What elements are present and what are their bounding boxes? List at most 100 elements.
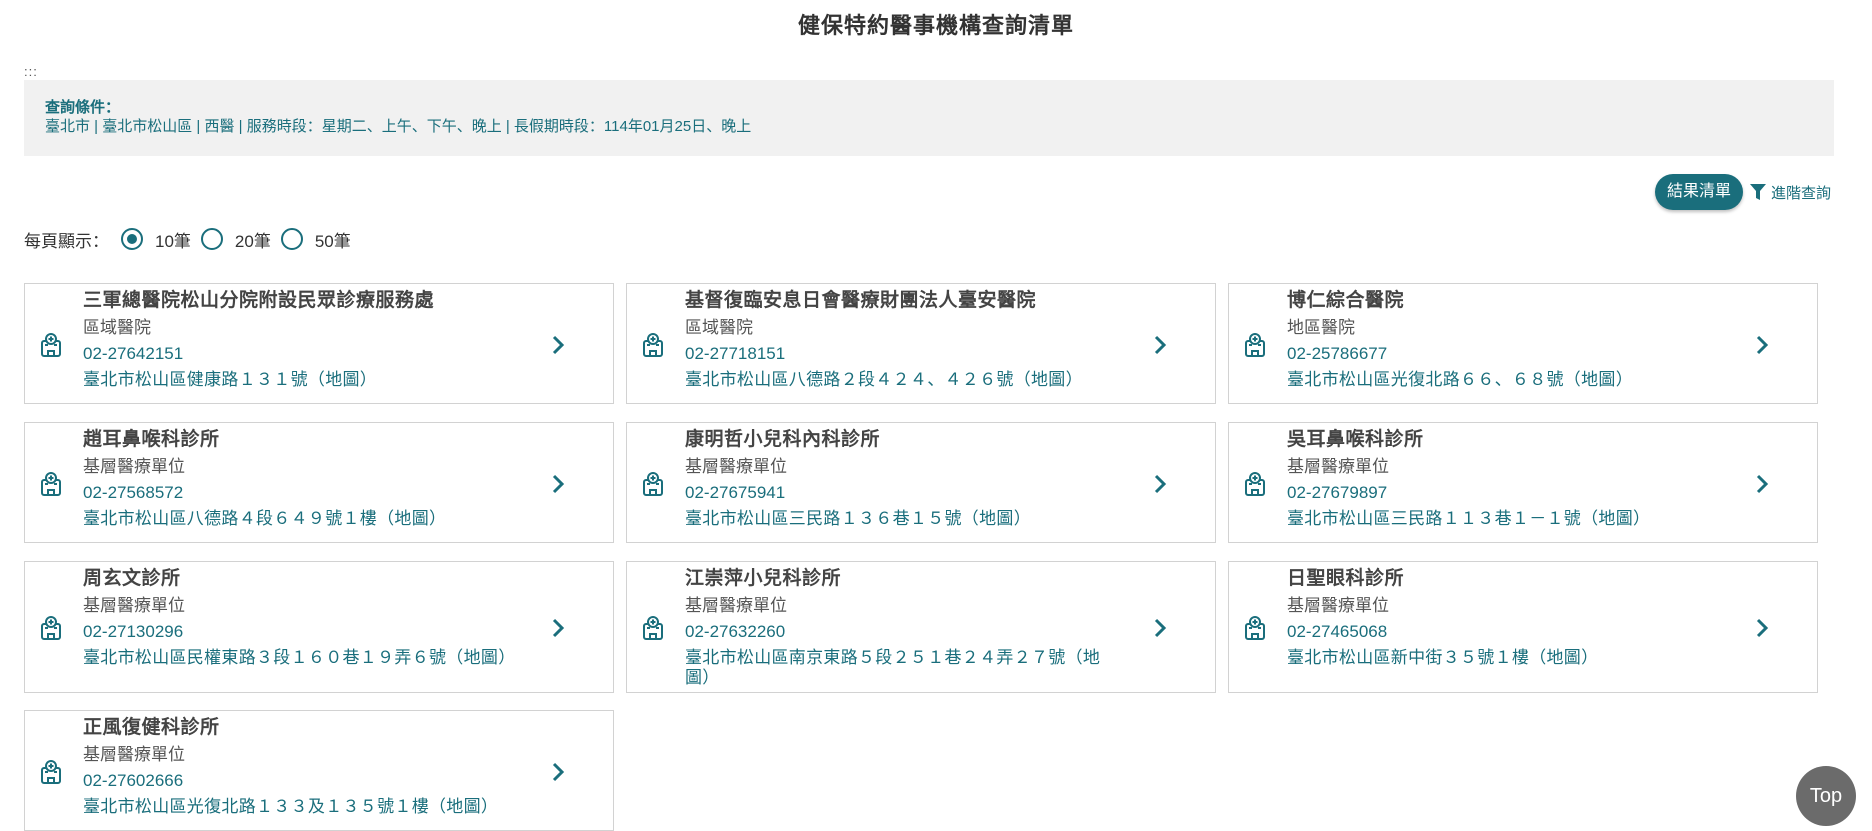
card-body: 基督復臨安息日會醫療財團法人臺安醫院 區域醫院 02-27718151 臺北市松山區八… <box>685 287 1125 390</box>
per-page-option-label: 10筆 <box>155 231 191 251</box>
facility-phone[interactable]: 02-27465068 <box>1287 619 1727 645</box>
facility-type: 基層醫療單位 <box>83 457 185 476</box>
radio-10[interactable] <box>121 228 143 250</box>
hospital-icon <box>642 615 664 641</box>
card-body: 博仁綜合醫院 地區醫院 02-25786677 臺北市松山區光復北路６６、６８號（地圖… <box>1287 287 1727 390</box>
facility-name: 博仁綜合醫院 <box>1287 290 1405 311</box>
facility-phone[interactable]: 02-27675941 <box>685 480 1125 506</box>
facility-type: 基層醫療單位 <box>83 745 185 764</box>
chevron-right-icon[interactable] <box>1755 617 1769 639</box>
facility-type: 地區醫院 <box>1287 318 1355 337</box>
facility-name: 江崇萍小兒科診所 <box>685 568 842 589</box>
filter-icon <box>1750 184 1766 200</box>
chevron-right-icon[interactable] <box>551 617 565 639</box>
chevron-right-icon[interactable] <box>551 334 565 356</box>
facility-type: 基層醫療單位 <box>685 457 787 476</box>
result-card[interactable]: 周玄文診所基層醫療單位 02-27130296 臺北市松山區民權東路３段１６０巷１９… <box>24 561 614 693</box>
result-card[interactable]: 博仁綜合醫院 地區醫院 02-25786677 臺北市松山區光復北路６６、６８號（地圖… <box>1228 283 1818 404</box>
result-card[interactable]: 日聖眼科診所 基層醫療單位 02-27465068 臺北市松山區新中街３５號１樓（地圖… <box>1228 561 1818 693</box>
card-body: 江崇萍小兒科診所 基層醫療單位 02-27632260 臺北市松山區南京東路５段２５１… <box>685 565 1125 688</box>
facility-type: 基層醫療單位 <box>1287 596 1389 615</box>
card-body: 正風復健科診所 基層醫療單位 02-27602666 臺北市松山區光復北路１３３及１３… <box>83 714 523 817</box>
chevron-right-icon[interactable] <box>551 761 565 783</box>
facility-phone[interactable]: 02-27602666 <box>83 768 523 794</box>
facility-address-map-link[interactable]: 臺北市松山區南京東路５段２５１巷２４弄２７號（地圖） <box>685 648 1125 688</box>
per-page-option-20[interactable]: 20筆 <box>200 227 271 252</box>
facility-name: 康明哲小兒科內科診所 <box>685 429 881 450</box>
card-body: 周玄文診所基層醫療單位 02-27130296 臺北市松山區民權東路３段１６０巷１９… <box>83 565 523 668</box>
chevron-right-icon[interactable] <box>1153 617 1167 639</box>
radio-20[interactable] <box>200 228 223 250</box>
facility-address-map-link[interactable]: 臺北市松山區新中街３５號１樓（地圖） <box>1287 648 1727 668</box>
facility-phone[interactable]: 02-27130296 <box>83 619 523 645</box>
hospital-icon <box>40 615 62 641</box>
facility-name: 吳耳鼻喉科診所 <box>1287 429 1424 450</box>
result-card[interactable]: 江崇萍小兒科診所 基層醫療單位 02-27632260 臺北市松山區南京東路５段２５１… <box>626 561 1216 693</box>
query-criteria-panel: 查詢條件： 臺北市 | 臺北市松山區 | 西醫 | 服務時段：星期二、上午、下午… <box>24 80 1834 156</box>
facility-address-map-link[interactable]: 臺北市松山區健康路１３１號（地圖） <box>83 370 523 390</box>
per-page-label: 每頁顯示： <box>24 231 109 251</box>
hospital-icon <box>1244 332 1266 358</box>
chevron-right-icon[interactable] <box>551 473 565 495</box>
result-card[interactable]: 吳耳鼻喉科診所 基層醫療單位 02-27679897 臺北市松山區三民路１１３巷１－１… <box>1228 422 1818 543</box>
chevron-right-icon[interactable] <box>1153 473 1167 495</box>
accesskey-anchor[interactable]: ::: <box>24 64 38 79</box>
hospital-icon <box>40 332 62 358</box>
card-body: 三軍總醫院松山分院附設民眾診療服務處 區域醫院 02-27642151 臺北市松山區健… <box>83 287 523 390</box>
chevron-right-icon[interactable] <box>1755 473 1769 495</box>
chevron-right-icon[interactable] <box>1153 334 1167 356</box>
page-title: 健保特約醫事機構查詢清單 <box>797 13 1074 38</box>
results-list-button[interactable]: 結果清單 <box>1655 174 1744 210</box>
advanced-search-link[interactable]: 進階查詢 <box>1749 180 1831 204</box>
result-card[interactable]: 康明哲小兒科內科診所 基層醫療單位 02-27675941 臺北市松山區三民路１３６巷… <box>626 422 1216 543</box>
facility-phone[interactable]: 02-27718151 <box>685 341 1125 367</box>
facility-name: 周玄文診所 <box>83 568 181 589</box>
per-page-option-10[interactable]: 10筆 <box>121 227 191 252</box>
facility-phone[interactable]: 02-27642151 <box>83 341 523 367</box>
criteria-label: 查詢條件： <box>45 99 121 116</box>
per-page-option-label: 50筆 <box>314 231 351 251</box>
facility-address-map-link[interactable]: 臺北市松山區八德路２段４２４、４２６號（地圖） <box>685 370 1125 390</box>
facility-address-map-link[interactable]: 臺北市松山區八德路４段６４９號１樓（地圖） <box>83 509 523 529</box>
per-page-option-label: 20筆 <box>234 231 271 251</box>
radio-50[interactable] <box>280 228 303 250</box>
chevron-right-icon[interactable] <box>1755 334 1769 356</box>
result-card[interactable]: 基督復臨安息日會醫療財團法人臺安醫院 區域醫院 02-27718151 臺北市松山區八… <box>626 283 1216 404</box>
facility-name: 基督復臨安息日會醫療財團法人臺安醫院 <box>685 290 1037 311</box>
facility-type: 區域醫院 <box>83 318 151 337</box>
facility-name: 三軍總醫院松山分院附設民眾診療服務處 <box>83 290 435 311</box>
advanced-search-label: 進階查詢 <box>1771 184 1832 202</box>
hospital-icon <box>1244 615 1266 641</box>
facility-name: 趙耳鼻喉科診所 <box>83 429 220 450</box>
facility-address-map-link[interactable]: 臺北市松山區三民路１１３巷１－１號（地圖） <box>1287 509 1727 529</box>
card-body: 日聖眼科診所 基層醫療單位 02-27465068 臺北市松山區新中街３５號１樓（地圖… <box>1287 565 1727 668</box>
result-card[interactable]: 趙耳鼻喉科診所 基層醫療單位 02-27568572 臺北市松山區八德路４段６４９號１… <box>24 422 614 543</box>
back-to-top-button[interactable]: Top <box>1796 766 1856 826</box>
hospital-icon <box>40 759 62 785</box>
per-page-selector: 每頁顯示： 10筆 20筆 50筆 <box>24 226 361 252</box>
card-body: 趙耳鼻喉科診所 基層醫療單位 02-27568572 臺北市松山區八德路４段６４９號１… <box>83 426 523 529</box>
facility-type: 基層醫療單位 <box>83 596 185 615</box>
facility-name: 日聖眼科診所 <box>1287 568 1405 589</box>
hospital-icon <box>40 471 62 497</box>
result-card[interactable]: 三軍總醫院松山分院附設民眾診療服務處 區域醫院 02-27642151 臺北市松山區健… <box>24 283 614 404</box>
facility-type: 區域醫院 <box>685 318 753 337</box>
per-page-option-50[interactable]: 50筆 <box>280 227 351 252</box>
hospital-icon <box>642 332 664 358</box>
hospital-icon <box>1244 471 1266 497</box>
facility-address-map-link[interactable]: 臺北市松山區光復北路６６、６８號（地圖） <box>1287 370 1727 390</box>
facility-address-map-link[interactable]: 臺北市松山區民權東路３段１６０巷１９弄６號（地圖） <box>83 648 523 668</box>
card-body: 吳耳鼻喉科診所 基層醫療單位 02-27679897 臺北市松山區三民路１１３巷１－１… <box>1287 426 1727 529</box>
criteria-text: 臺北市 | 臺北市松山區 | 西醫 | 服務時段：星期二、上午、下午、晚上 | … <box>45 118 752 135</box>
facility-type: 基層醫療單位 <box>685 596 787 615</box>
card-body: 康明哲小兒科內科診所 基層醫療單位 02-27675941 臺北市松山區三民路１３６巷… <box>685 426 1125 529</box>
facility-address-map-link[interactable]: 臺北市松山區三民路１３６巷１５號（地圖） <box>685 509 1125 529</box>
facility-phone[interactable]: 02-25786677 <box>1287 341 1727 367</box>
facility-phone[interactable]: 02-27568572 <box>83 480 523 506</box>
facility-phone[interactable]: 02-27679897 <box>1287 480 1727 506</box>
result-card[interactable]: 正風復健科診所 基層醫療單位 02-27602666 臺北市松山區光復北路１３３及１３… <box>24 710 614 831</box>
hospital-icon <box>642 471 664 497</box>
facility-type: 基層醫療單位 <box>1287 457 1389 476</box>
facility-phone[interactable]: 02-27632260 <box>685 619 1125 645</box>
facility-address-map-link[interactable]: 臺北市松山區光復北路１３３及１３５號１樓（地圖） <box>83 797 523 817</box>
